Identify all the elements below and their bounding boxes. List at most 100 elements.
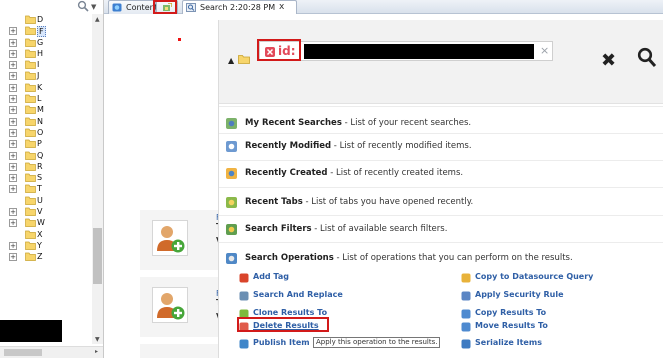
scroll-up-icon[interactable]: ▲ [95,16,100,23]
tree-item[interactable]: + J [0,70,92,81]
add-user-icon [157,226,185,253]
tree-item[interactable]: + I [0,59,92,70]
expand-icon[interactable]: + [9,219,17,228]
op-label: Move Results To [475,321,548,330]
tab-search[interactable]: Search 2:20:28 PM x [182,0,297,14]
popup-option-title: My Recent Searches [245,118,342,128]
tree-item-label: L [37,94,42,104]
tree-item-label: K [37,82,43,92]
copy-results-icon [461,309,471,319]
popup-option-desc: - List of tabs you have opened recently. [302,197,474,207]
tree-item-label: D [37,15,44,24]
serialize-icon [461,339,471,349]
folder-icon [25,128,36,137]
tree-item-label: V [37,207,43,217]
expand-icon[interactable]: + [9,106,17,115]
popup-header: ▲ id: × ✖ [219,20,663,104]
scroll-down-icon[interactable]: ▼ [95,336,100,343]
tree-item-label: U [37,195,43,205]
expand-icon[interactable]: + [9,27,17,36]
expand-icon[interactable]: + [9,208,17,217]
expand-icon[interactable]: + [9,83,17,92]
popup-option-title: Recently Created [245,168,328,178]
tree-item[interactable]: + L [0,93,92,104]
expand-icon[interactable]: + [9,162,17,171]
tree-item[interactable]: + W [0,217,92,228]
tree-item[interactable]: + T [0,183,92,194]
search-replace-icon [239,291,249,301]
expand-icon[interactable]: + [9,49,17,58]
popup-option-desc: - List of operations that you can perfor… [333,253,573,263]
expand-icon[interactable]: + [9,117,17,126]
op-label: Add Tag [253,272,289,281]
search-operations-icon [226,253,237,264]
expand-icon[interactable]: + [9,174,17,183]
tree-item[interactable]: + Q [0,150,92,161]
expand-icon[interactable]: + [9,72,17,81]
tree-item[interactable]: + N [0,116,92,127]
tree-item[interactable]: + G [0,37,92,48]
expand-icon[interactable]: + [9,140,17,149]
tree-scrollbar[interactable]: ▲ ▼ [92,14,103,344]
result-card[interactable]: F T V [140,277,222,337]
search-icon[interactable] [637,47,657,69]
tree-item[interactable]: + V [0,206,92,217]
highlight-box-id-token [257,39,301,61]
search-tab-icon [186,3,196,12]
expand-triangle-icon[interactable]: ▲ [228,56,234,65]
folder-icon [25,196,36,205]
tree-item[interactable]: + R [0,161,92,172]
tree-item[interactable]: + M [0,104,92,115]
expand-icon[interactable]: + [9,185,17,194]
op-label: Clone Results To [253,308,328,317]
tree-item[interactable]: + F [0,25,92,38]
folder-icon [25,207,36,216]
folder-icon [25,252,36,262]
result-card[interactable]: F T V [140,210,222,270]
folder-icon [238,55,250,64]
tree-item[interactable]: + Z [0,251,92,262]
content-icon [112,3,122,12]
divider [219,106,663,107]
tree-item[interactable]: U [0,195,92,206]
horizontal-scrollbar-thumb[interactable] [4,349,42,356]
folder-icon [25,218,36,228]
expand-icon[interactable]: + [9,253,17,262]
expand-icon[interactable]: + [9,128,17,137]
tree-search-bar: ▼ [0,0,103,14]
tree-item[interactable]: X [0,229,92,240]
close-icon[interactable]: x [279,1,284,14]
search-icon[interactable] [77,0,89,12]
tree-item[interactable]: + P [0,138,92,149]
expand-icon[interactable]: + [9,95,17,104]
tree-item[interactable]: + S [0,172,92,183]
scrollbar-thumb[interactable] [93,228,102,284]
divider [219,133,663,134]
tree-horizontal-scrollbar[interactable]: ▸ [0,346,103,358]
close-popup-icon[interactable]: ✖ [601,50,616,71]
tree-item[interactable]: + Y [0,240,92,251]
tree-item[interactable]: + K [0,82,92,93]
scroll-right-icon[interactable]: ▸ [95,348,98,355]
tree-item[interactable]: + O [0,127,92,138]
tree-item-label: P [37,139,42,149]
tree-item-label: Z [37,252,43,262]
tree-item[interactable]: + H [0,48,92,59]
result-card[interactable] [140,344,222,358]
tab-content[interactable]: Content [108,0,158,14]
highlight-box-add-tab [153,0,177,14]
tree-item[interactable]: D [0,14,92,25]
expand-icon[interactable]: + [9,61,17,70]
search-filters-icon [226,224,237,235]
expand-icon[interactable]: + [9,38,17,47]
search-query-field[interactable]: id: × [259,41,553,61]
expand-icon[interactable]: + [9,241,17,250]
add-user-icon [157,293,185,320]
clear-field-icon[interactable]: × [540,44,549,57]
tree-item-label: M [37,105,44,115]
expand-icon[interactable]: + [9,151,17,160]
tree-item-label: H [37,48,44,58]
popup-option-title: Recent Tabs [245,197,303,207]
chevron-down-icon[interactable]: ▼ [91,3,96,11]
tree-item-label: Q [37,150,44,160]
